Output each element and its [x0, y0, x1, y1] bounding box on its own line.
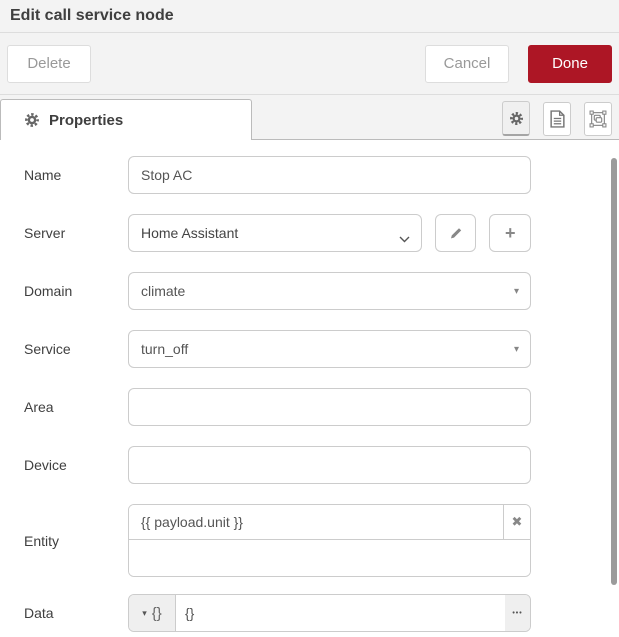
domain-label: Domain: [0, 283, 128, 299]
edit-node-dialog: Edit call service node Delete Cancel Don…: [0, 0, 619, 637]
entity-list: ✖: [128, 504, 531, 577]
dialog-header: Edit call service node: [0, 0, 619, 33]
edit-server-button[interactable]: [435, 214, 477, 252]
done-button[interactable]: Done: [528, 45, 612, 83]
add-server-button[interactable]: +: [489, 214, 531, 252]
close-icon: ✖: [512, 514, 523, 530]
data-value[interactable]: {}: [176, 595, 505, 631]
name-row: Name: [0, 156, 619, 194]
document-icon: [550, 110, 565, 128]
remove-entity-button[interactable]: ✖: [503, 505, 530, 539]
description-tab-button[interactable]: [543, 102, 571, 136]
tab-bar: Properties: [0, 95, 619, 140]
data-typed-input: ▾ {} {} •••: [128, 594, 531, 632]
service-input[interactable]: [128, 330, 531, 368]
gear-icon: [24, 112, 40, 128]
properties-tab-button[interactable]: [502, 101, 530, 136]
caret-down-icon: ▾: [142, 608, 147, 619]
device-label: Device: [0, 457, 128, 473]
server-select[interactable]: Home Assistant: [128, 214, 422, 252]
entity-list-empty-area[interactable]: [129, 540, 530, 576]
gear-icon: [509, 111, 524, 126]
data-label: Data: [0, 605, 128, 621]
tab-properties[interactable]: Properties: [0, 99, 252, 140]
dialog-title: Edit call service node: [10, 7, 174, 25]
properties-form: Name Server Home Assistant: [0, 140, 619, 632]
chevron-down-icon: [399, 230, 410, 246]
scrollbar-thumb[interactable]: [611, 158, 617, 585]
area-label: Area: [0, 399, 128, 415]
delete-button[interactable]: Delete: [7, 45, 91, 83]
expand-editor-button[interactable]: •••: [505, 595, 530, 631]
entity-list-item: ✖: [129, 505, 530, 540]
area-input[interactable]: [128, 388, 531, 426]
entity-label: Entity: [0, 533, 128, 549]
device-row: Device: [0, 446, 619, 484]
appearance-icon: [589, 110, 607, 128]
ellipsis-icon: •••: [512, 610, 522, 617]
data-row: Data ▾ {} {} •••: [0, 594, 619, 632]
cancel-button[interactable]: Cancel: [425, 45, 509, 83]
service-label: Service: [0, 341, 128, 357]
entity-row: Entity ✖: [0, 504, 619, 577]
pencil-icon: [449, 226, 463, 240]
name-input[interactable]: [128, 156, 531, 194]
appearance-tab-button[interactable]: [584, 102, 612, 136]
data-type-select[interactable]: ▾ {}: [129, 595, 176, 631]
area-row: Area: [0, 388, 619, 426]
button-bar: Delete Cancel Done: [0, 33, 619, 95]
json-type-icon: {}: [152, 605, 162, 622]
server-select-value: Home Assistant: [141, 225, 238, 241]
tab-properties-label: Properties: [49, 112, 123, 129]
service-row: Service ▾: [0, 330, 619, 368]
name-label: Name: [0, 167, 128, 183]
domain-row: Domain ▾: [0, 272, 619, 310]
server-row: Server Home Assistant +: [0, 214, 619, 252]
entity-input[interactable]: [129, 505, 503, 539]
plus-icon: +: [505, 223, 516, 244]
device-input[interactable]: [128, 446, 531, 484]
server-label: Server: [0, 225, 128, 241]
editor-tab-buttons: [502, 101, 612, 136]
domain-input[interactable]: [128, 272, 531, 310]
